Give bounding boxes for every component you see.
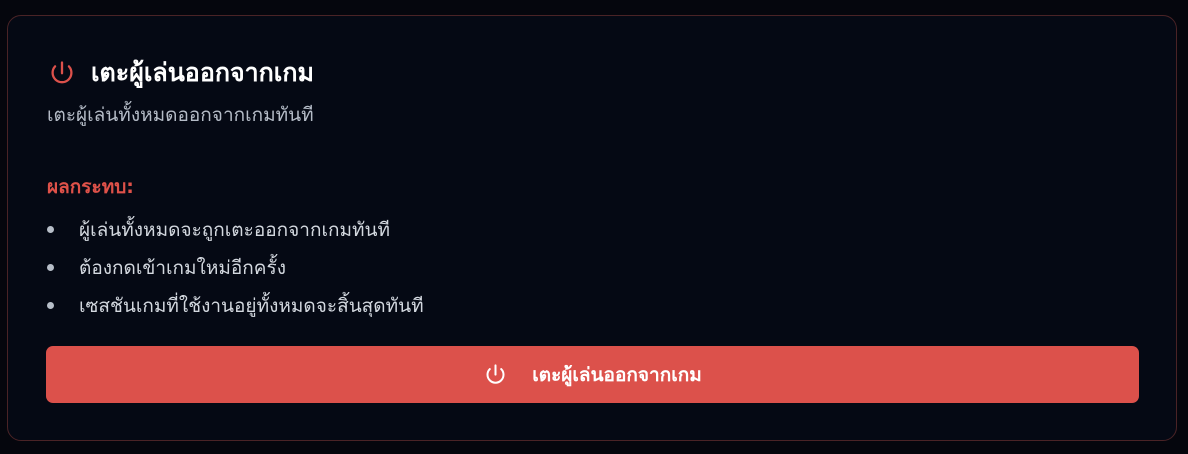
card-title: เตะผู้เล่นออกจากเกม xyxy=(91,58,314,87)
impact-item: ต้องกดเข้าเกมใหม่อีกครั้ง xyxy=(47,253,424,291)
impact-item-text: ผู้เล่นทั้งหมดจะถูกเตะออกจากเกมทันที xyxy=(79,219,391,241)
bullet-icon xyxy=(47,226,54,233)
kick-players-button-label: เตะผู้เล่นออกจากเกม xyxy=(532,363,702,386)
card-header: เตะผู้เล่นออกจากเกม xyxy=(47,56,314,90)
impact-item-text: เซสชันเกมที่ใช้งานอยู่ทั้งหมดจะสิ้นสุดทั… xyxy=(79,295,424,317)
bullet-icon xyxy=(47,302,54,309)
impact-item: เซสชันเกมที่ใช้งานอยู่ทั้งหมดจะสิ้นสุดทั… xyxy=(47,291,424,329)
impact-item-text: ต้องกดเข้าเกมใหม่อีกครั้ง xyxy=(79,257,286,279)
impact-list: ผู้เล่นทั้งหมดจะถูกเตะออกจากเกมทันที ต้อ… xyxy=(47,215,424,329)
kick-players-button[interactable]: เตะผู้เล่นออกจากเกม xyxy=(46,346,1139,403)
power-icon xyxy=(486,364,505,384)
impact-item: ผู้เล่นทั้งหมดจะถูกเตะออกจากเกมทันที xyxy=(47,215,424,253)
card-subtitle: เตะผู้เล่นทั้งหมดออกจากเกมทันที xyxy=(47,104,314,126)
power-icon xyxy=(51,61,73,84)
kick-players-card: เตะผู้เล่นออกจากเกม เตะผู้เล่นทั้งหมดออก… xyxy=(7,15,1177,441)
impact-heading: ผลกระทบ: xyxy=(47,176,134,198)
bullet-icon xyxy=(47,264,54,271)
